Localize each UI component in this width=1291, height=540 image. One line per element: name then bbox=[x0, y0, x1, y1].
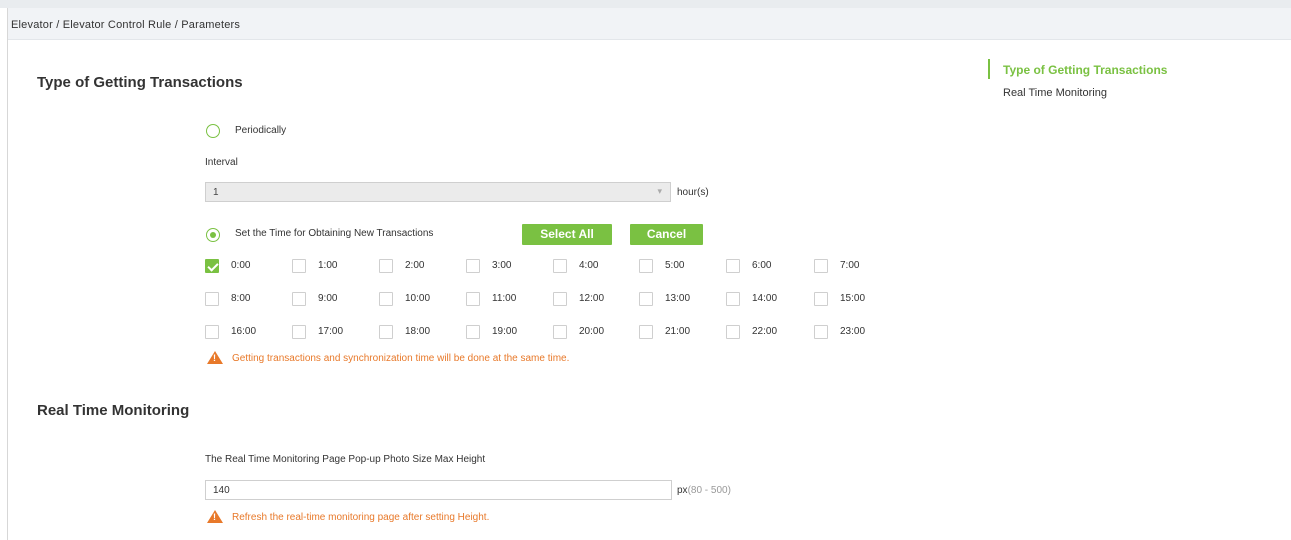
height-unit-px: px bbox=[677, 485, 688, 496]
periodically-label: Periodically bbox=[235, 125, 287, 136]
transactions-warning: Getting transactions and synchronization… bbox=[232, 353, 570, 364]
hour-checkbox[interactable] bbox=[205, 325, 219, 339]
hour-checkbox[interactable] bbox=[292, 259, 306, 273]
hour-label: 2:00 bbox=[405, 260, 425, 271]
hour-checkbox[interactable] bbox=[726, 292, 740, 306]
hour-checkbox[interactable] bbox=[553, 259, 567, 273]
hour-label: 9:00 bbox=[318, 293, 338, 304]
hour-checkbox[interactable] bbox=[726, 259, 740, 273]
hour-label: 18:00 bbox=[405, 326, 431, 337]
hour-checkbox[interactable] bbox=[292, 325, 306, 339]
interval-value: 1 bbox=[213, 187, 219, 198]
hour-checkbox[interactable] bbox=[639, 292, 653, 306]
hour-checkbox[interactable] bbox=[814, 259, 828, 273]
hour-checkbox[interactable] bbox=[639, 325, 653, 339]
hour-label: 1:00 bbox=[318, 260, 338, 271]
section-title-monitoring: Real Time Monitoring bbox=[37, 402, 190, 419]
hour-label: 10:00 bbox=[405, 293, 431, 304]
photo-size-label: The Real Time Monitoring Page Pop-up Pho… bbox=[205, 454, 486, 465]
hour-label: 8:00 bbox=[231, 293, 251, 304]
anchor-item-transactions[interactable]: Type of Getting Transactions bbox=[1003, 63, 1167, 77]
hour-checkbox[interactable] bbox=[553, 325, 567, 339]
hour-label: 7:00 bbox=[840, 260, 860, 271]
hour-label: 12:00 bbox=[579, 293, 605, 304]
hour-label: 17:00 bbox=[318, 326, 344, 337]
hour-label: 0:00 bbox=[231, 260, 251, 271]
hour-label: 13:00 bbox=[665, 293, 691, 304]
anchor-active-indicator bbox=[988, 59, 990, 79]
section-title-transactions: Type of Getting Transactions bbox=[37, 74, 243, 91]
breadcrumb: Elevator / Elevator Control Rule / Param… bbox=[8, 8, 1291, 40]
hour-label: 3:00 bbox=[492, 260, 512, 271]
hour-checkbox[interactable] bbox=[379, 325, 393, 339]
hour-checkbox[interactable] bbox=[205, 292, 219, 306]
hour-checkbox[interactable] bbox=[379, 292, 393, 306]
hour-label: 15:00 bbox=[840, 293, 866, 304]
hour-label: 14:00 bbox=[752, 293, 778, 304]
hour-label: 16:00 bbox=[231, 326, 257, 337]
max-height-field[interactable] bbox=[205, 480, 672, 500]
hour-label: 21:00 bbox=[665, 326, 691, 337]
hour-checkbox[interactable] bbox=[205, 259, 219, 273]
interval-label: Interval bbox=[205, 157, 238, 168]
height-unit: px(80 - 500) bbox=[677, 485, 731, 496]
hour-checkbox[interactable] bbox=[466, 259, 480, 273]
hour-label: 5:00 bbox=[665, 260, 685, 271]
hour-label: 11:00 bbox=[492, 293, 517, 304]
hour-label: 23:00 bbox=[840, 326, 866, 337]
warning-icon bbox=[207, 351, 223, 364]
hour-checkbox[interactable] bbox=[814, 292, 828, 306]
hour-checkbox[interactable] bbox=[292, 292, 306, 306]
set-time-radio[interactable] bbox=[206, 228, 220, 242]
hour-checkbox[interactable] bbox=[466, 325, 480, 339]
top-band bbox=[0, 0, 1291, 8]
select-all-button[interactable]: Select All bbox=[522, 224, 612, 245]
hour-label: 6:00 bbox=[752, 260, 772, 271]
hour-label: 22:00 bbox=[752, 326, 778, 337]
hour-checkbox[interactable] bbox=[466, 292, 480, 306]
height-range: (80 - 500) bbox=[687, 485, 731, 496]
periodically-radio[interactable] bbox=[206, 124, 220, 138]
monitoring-warning: Refresh the real-time monitoring page af… bbox=[232, 512, 490, 523]
hour-checkbox[interactable] bbox=[379, 259, 393, 273]
breadcrumb-text: Elevator / Elevator Control Rule / Param… bbox=[11, 19, 241, 31]
max-height-input[interactable] bbox=[206, 481, 671, 499]
cancel-button[interactable]: Cancel bbox=[630, 224, 703, 245]
hour-checkbox[interactable] bbox=[553, 292, 567, 306]
chevron-down-icon: ▾ bbox=[657, 186, 662, 196]
anchor-item-monitoring[interactable]: Real Time Monitoring bbox=[1003, 87, 1107, 99]
hour-checkbox[interactable] bbox=[639, 259, 653, 273]
hour-label: 20:00 bbox=[579, 326, 605, 337]
interval-select[interactable]: 1 ▾ bbox=[205, 182, 671, 202]
hour-checkbox[interactable] bbox=[814, 325, 828, 339]
interval-unit: hour(s) bbox=[677, 187, 709, 198]
warning-icon bbox=[207, 510, 223, 523]
hour-label: 19:00 bbox=[492, 326, 518, 337]
hour-label: 4:00 bbox=[579, 260, 599, 271]
set-time-label: Set the Time for Obtaining New Transacti… bbox=[235, 228, 434, 239]
hour-checkbox[interactable] bbox=[726, 325, 740, 339]
